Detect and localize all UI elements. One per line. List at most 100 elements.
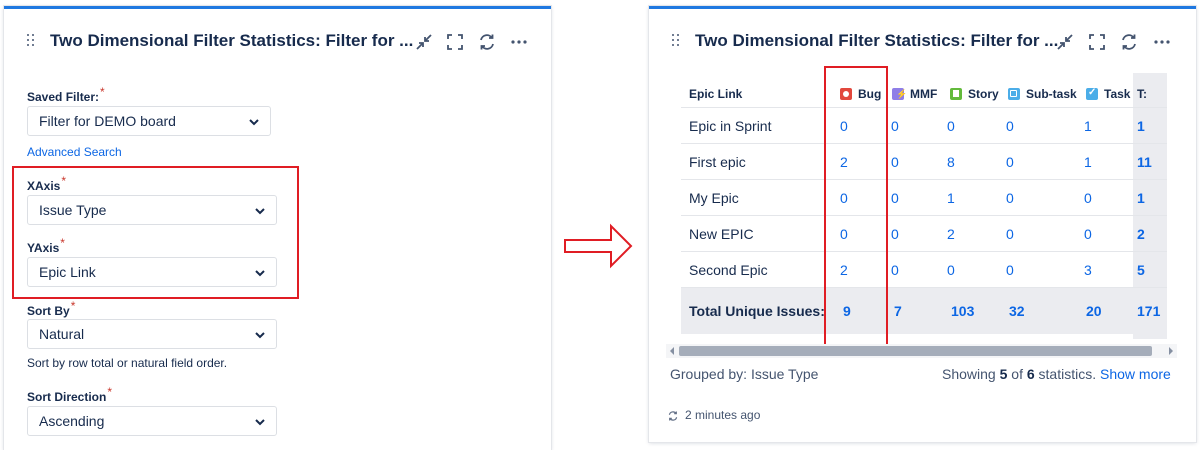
arrow-right-icon bbox=[564, 223, 633, 269]
yaxis-value: Epic Link bbox=[39, 264, 96, 280]
more-actions-icon[interactable] bbox=[1152, 32, 1172, 52]
table-cell[interactable]: 0 bbox=[891, 262, 931, 278]
required-marker: * bbox=[61, 174, 67, 188]
showing-total: 6 bbox=[1026, 366, 1035, 382]
sort-direction-value: Ascending bbox=[39, 413, 105, 429]
xaxis-label: XAxis* bbox=[27, 174, 66, 193]
xaxis-select[interactable]: Issue Type bbox=[27, 195, 277, 225]
col-header-subtask[interactable]: Sub-task bbox=[1008, 87, 1077, 101]
required-marker: * bbox=[107, 385, 113, 399]
xaxis-label-text: XAxis bbox=[27, 179, 61, 193]
table-cell[interactable]: 0 bbox=[1084, 190, 1124, 206]
scrollbar-thumb[interactable] bbox=[679, 346, 1152, 356]
sort-direction-label-text: Sort Direction bbox=[27, 390, 107, 404]
required-marker: * bbox=[60, 236, 65, 250]
drag-handle-icon[interactable] bbox=[27, 34, 37, 48]
horizontal-scrollbar[interactable] bbox=[666, 344, 1177, 358]
row-total[interactable]: 11 bbox=[1137, 154, 1152, 170]
sort-by-select[interactable]: Natural bbox=[27, 319, 277, 349]
show-more-link[interactable]: Show more bbox=[1100, 366, 1171, 382]
required-marker: * bbox=[70, 299, 76, 313]
saved-filter-select[interactable]: Filter for DEMO board bbox=[27, 106, 271, 136]
chevron-down-icon bbox=[255, 332, 265, 339]
row-total[interactable]: 2 bbox=[1137, 226, 1145, 242]
table-cell[interactable]: 3 bbox=[1084, 262, 1124, 278]
table-cell[interactable]: 2 bbox=[947, 226, 987, 242]
table-cell[interactable]: 0 bbox=[891, 118, 931, 134]
row-total[interactable]: 1 bbox=[1137, 190, 1145, 206]
table-cell[interactable]: 1 bbox=[1084, 154, 1124, 170]
col-header-label: Task bbox=[1104, 87, 1131, 101]
sort-by-value: Natural bbox=[39, 326, 85, 342]
advanced-search-link[interactable]: Advanced Search bbox=[27, 145, 122, 159]
refresh-icon[interactable] bbox=[477, 32, 497, 52]
subtask-icon bbox=[1008, 88, 1020, 100]
col-header-mmf[interactable]: ⚡ MMF bbox=[892, 87, 937, 101]
table-cell[interactable]: 0 bbox=[1006, 262, 1046, 278]
row-label: My Epic bbox=[689, 190, 739, 206]
col-header-task[interactable]: ✓ Task bbox=[1086, 87, 1130, 101]
scroll-left-icon[interactable] bbox=[668, 347, 676, 355]
table-cell[interactable]: 0 bbox=[891, 226, 931, 242]
saved-filter-label: Saved Filter:* bbox=[27, 85, 105, 104]
row-header: Epic Link bbox=[689, 87, 743, 101]
table-cell[interactable]: 0 bbox=[1084, 226, 1124, 242]
table-cell[interactable]: 0 bbox=[1006, 190, 1046, 206]
table-cell[interactable]: 8 bbox=[947, 154, 987, 170]
minimize-icon[interactable] bbox=[414, 32, 434, 52]
drag-handle-icon[interactable] bbox=[672, 34, 682, 48]
gadget-header: Two Dimensional Filter Statistics: Filte… bbox=[649, 9, 1196, 71]
total-cell[interactable]: 7 bbox=[894, 303, 902, 319]
table-cell[interactable]: 0 bbox=[1006, 154, 1046, 170]
row-divider bbox=[681, 179, 1167, 180]
annotation-box-bug-column bbox=[824, 66, 888, 346]
fullscreen-icon[interactable] bbox=[445, 32, 465, 52]
advanced-search-text[interactable]: Advanced Search bbox=[27, 145, 122, 159]
table-cell[interactable]: 0 bbox=[947, 262, 987, 278]
table-cell[interactable]: 1 bbox=[1084, 118, 1124, 134]
grand-total[interactable]: 171 bbox=[1137, 303, 1160, 319]
total-cell[interactable]: 103 bbox=[951, 303, 974, 319]
row-total[interactable]: 1 bbox=[1137, 118, 1145, 134]
table-cell[interactable]: 0 bbox=[947, 118, 987, 134]
grouped-by-text: Grouped by: Issue Type bbox=[670, 366, 819, 382]
fullscreen-icon[interactable] bbox=[1087, 32, 1107, 52]
chevron-down-icon bbox=[255, 208, 265, 215]
saved-filter-value: Filter for DEMO board bbox=[39, 113, 176, 129]
more-actions-icon[interactable] bbox=[509, 32, 529, 52]
row-divider bbox=[681, 107, 1167, 108]
table-cell[interactable]: 0 bbox=[891, 190, 931, 206]
row-total[interactable]: 5 bbox=[1137, 262, 1145, 278]
table-cell[interactable]: 0 bbox=[891, 154, 931, 170]
refresh-small-icon bbox=[668, 411, 678, 421]
yaxis-label: YAxis* bbox=[27, 236, 65, 255]
gadget-title: Two Dimensional Filter Statistics: Filte… bbox=[695, 31, 1059, 50]
scroll-right-icon[interactable] bbox=[1167, 347, 1175, 355]
col-header-total[interactable]: T: bbox=[1137, 87, 1147, 101]
totals-label: Total Unique Issues: bbox=[689, 303, 825, 319]
total-cell[interactable]: 20 bbox=[1086, 303, 1102, 319]
row-label: First epic bbox=[689, 154, 746, 170]
table-cell[interactable]: 0 bbox=[1006, 118, 1046, 134]
col-header-story[interactable]: Story bbox=[950, 87, 999, 101]
chevron-down-icon bbox=[255, 419, 265, 426]
gadget-header: Two Dimensional Filter Statistics: Filte… bbox=[4, 9, 551, 71]
yaxis-select[interactable]: Epic Link bbox=[27, 257, 277, 287]
chevron-down-icon bbox=[255, 270, 265, 277]
required-marker: * bbox=[100, 85, 105, 99]
showing-prefix: Showing bbox=[942, 366, 1000, 382]
total-cell[interactable]: 32 bbox=[1009, 303, 1025, 319]
refresh-icon[interactable] bbox=[1119, 32, 1139, 52]
row-divider bbox=[681, 251, 1167, 252]
statistics-table bbox=[681, 73, 1167, 339]
row-label: New EPIC bbox=[689, 226, 754, 242]
table-cell[interactable]: 0 bbox=[1006, 226, 1046, 242]
table-cell[interactable]: 1 bbox=[947, 190, 987, 206]
minimize-icon[interactable] bbox=[1055, 32, 1075, 52]
yaxis-label-text: YAxis bbox=[27, 241, 60, 255]
config-gadget-panel: Two Dimensional Filter Statistics: Filte… bbox=[4, 6, 551, 450]
sort-direction-select[interactable]: Ascending bbox=[27, 406, 277, 436]
row-divider bbox=[681, 287, 1167, 288]
showing-of: of bbox=[1007, 366, 1027, 382]
sort-direction-label: Sort Direction* bbox=[27, 385, 112, 404]
